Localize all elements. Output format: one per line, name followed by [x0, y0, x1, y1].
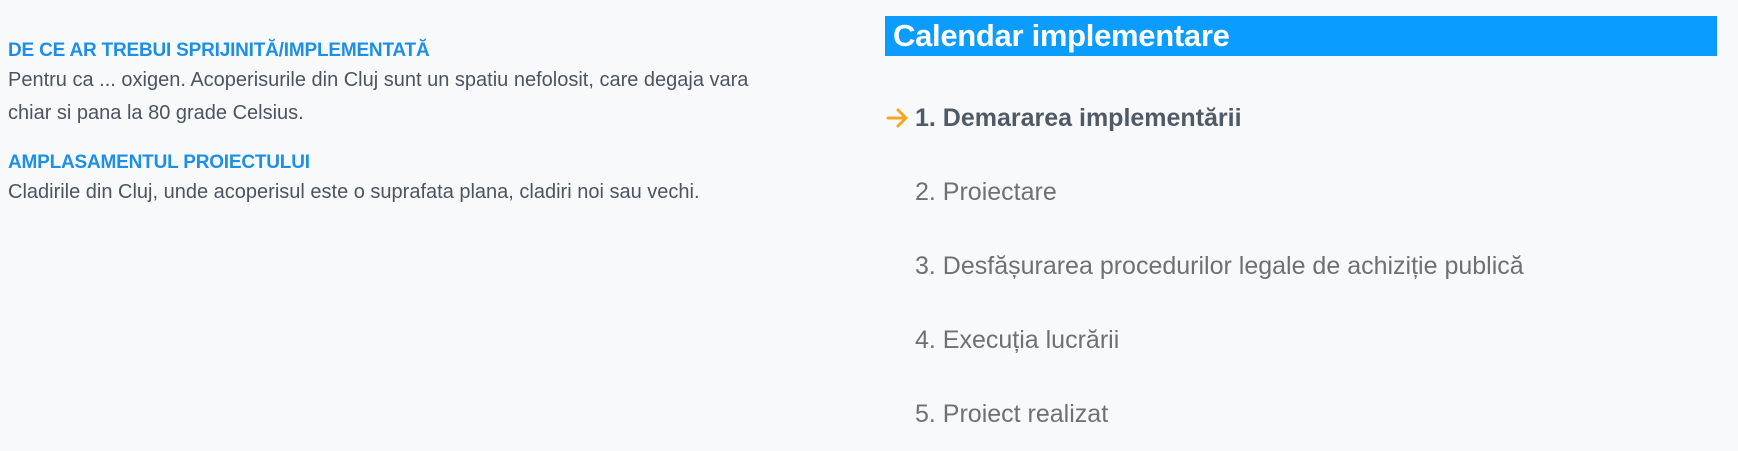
calendar-step-label: 5. Proiect realizat	[915, 400, 1109, 428]
calendar-step-label: 3. Desfășurarea procedurilor legale de a…	[915, 252, 1524, 280]
calendar-step-5[interactable]: 5. Proiect realizat	[885, 397, 1717, 451]
location-line-1: Cladirile din Cluj, unde acoperisul este…	[8, 181, 700, 203]
location-section: AMPLASAMENTUL PROIECTULUI Cladirile din …	[8, 150, 828, 209]
arrow-right-icon	[886, 108, 908, 128]
location-heading: AMPLASAMENTUL PROIECTULUI	[8, 152, 310, 173]
calendar-step-3[interactable]: 3. Desfășurarea procedurilor legale de a…	[885, 249, 1717, 323]
calendar-step-label: 4. Execuția lucrării	[915, 326, 1120, 354]
why-support-section: DE CE AR TREBUI SPRIJINITĂ/IMPLEMENTATĂ …	[8, 38, 828, 130]
page: DE CE AR TREBUI SPRIJINITĂ/IMPLEMENTATĂ …	[0, 0, 1738, 451]
calendar-step-label: 1. Demararea implementării	[915, 104, 1242, 132]
calendar-step-1[interactable]: 1. Demararea implementării	[885, 101, 1717, 175]
calendar-step-2[interactable]: 2. Proiectare	[885, 175, 1717, 249]
calendar-step-4[interactable]: 4. Execuția lucrării	[885, 323, 1717, 397]
calendar-title: Calendar implementare	[885, 16, 1717, 56]
project-description: DE CE AR TREBUI SPRIJINITĂ/IMPLEMENTATĂ …	[8, 38, 828, 209]
implementation-calendar: Calendar implementare 1. Demararea imple…	[885, 16, 1717, 428]
calendar-steps-list: 1. Demararea implementării 2. Proiectare…	[885, 101, 1717, 451]
why-support-heading: DE CE AR TREBUI SPRIJINITĂ/IMPLEMENTATĂ	[8, 40, 430, 61]
why-support-text: Pentru ca ... oxigen. Acoperisurile din …	[8, 64, 828, 130]
why-support-line-1: Pentru ca ... oxigen. Acoperisurile din …	[8, 69, 749, 91]
location-text: Cladirile din Cluj, unde acoperisul este…	[8, 176, 828, 209]
why-support-line-2: chiar si pana la 80 grade Celsius.	[8, 102, 304, 124]
calendar-step-label: 2. Proiectare	[915, 178, 1057, 206]
